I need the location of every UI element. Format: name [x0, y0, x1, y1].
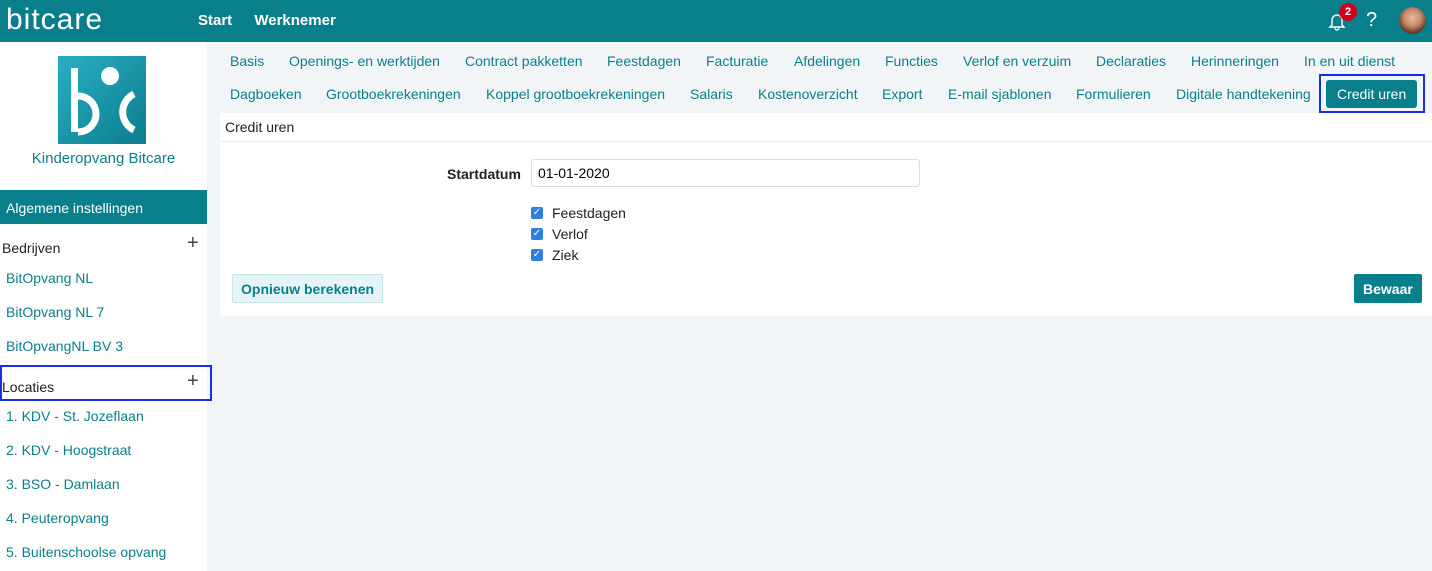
tab-in-uit-dienst[interactable]: In en uit dienst [1304, 53, 1395, 69]
tab-feestdagen[interactable]: Feestdagen [607, 53, 681, 69]
sidebar-item[interactable]: 4. Peuteropvang [6, 510, 109, 526]
save-button[interactable]: Bewaar [1354, 274, 1422, 303]
top-bar: bitcare Start Werknemer 2 ? [0, 0, 1432, 42]
checkbox-feestdagen[interactable]: ✓ Feestdagen [531, 205, 626, 221]
highlight-box [1319, 74, 1425, 113]
tab-email-sjablonen[interactable]: E-mail sjablonen [948, 86, 1052, 102]
tab-kostenoverzicht[interactable]: Kostenoverzicht [758, 86, 858, 102]
checkbox-label: Ziek [552, 247, 579, 263]
add-bedrijf-icon[interactable]: + [187, 232, 199, 255]
avatar[interactable] [1399, 7, 1426, 34]
tab-declaraties[interactable]: Declaraties [1096, 53, 1166, 69]
tab-openingstijden[interactable]: Openings- en werktijden [289, 53, 440, 69]
bedrijven-label: Bedrijven [2, 240, 61, 256]
organization-logo [58, 56, 146, 144]
sidebar-item[interactable]: 2. KDV - Hoogstraat [6, 442, 131, 458]
main-nav: Start Werknemer [198, 12, 354, 29]
checkbox-checked-icon[interactable]: ✓ [531, 249, 543, 261]
sidebar-item[interactable]: BitOpvang NL 7 [6, 304, 104, 320]
help-icon[interactable]: ? [1366, 9, 1377, 32]
tab-herinneringen[interactable]: Herinneringen [1191, 53, 1279, 69]
credit-uren-panel: Credit uren Startdatum ✓ Feestdagen ✓ Verl… [220, 113, 1432, 316]
sidebar-item[interactable]: 1. KDV - St. Jozeflaan [6, 408, 144, 424]
tab-dagboeken[interactable]: Dagboeken [230, 86, 302, 102]
tab-digitale-handtekening[interactable]: Digitale handtekening [1176, 86, 1311, 102]
tab-export[interactable]: Export [882, 86, 922, 102]
nav-werknemer[interactable]: Werknemer [254, 12, 335, 29]
tab-functies[interactable]: Functies [885, 53, 938, 69]
sidebar-item[interactable]: BitOpvangNL BV 3 [6, 338, 123, 354]
tab-basis[interactable]: Basis [230, 53, 264, 69]
startdatum-label: Startdatum [447, 166, 521, 182]
tab-facturatie[interactable]: Facturatie [706, 53, 768, 69]
bitcare-logo[interactable]: bitcare [6, 3, 103, 37]
checkbox-label: Verlof [552, 226, 588, 242]
section-header[interactable]: Algemene instellingen [0, 190, 207, 224]
checkbox-checked-icon[interactable]: ✓ [531, 228, 543, 240]
sidebar-item[interactable]: BitOpvang NL [6, 270, 93, 286]
tab-contract-pakketten[interactable]: Contract pakketten [465, 53, 583, 69]
organization-name: Kinderopvang Bitcare [31, 150, 176, 167]
recalculate-button[interactable]: Opnieuw berekenen [232, 274, 384, 303]
checkbox-checked-icon[interactable]: ✓ [531, 207, 543, 219]
divider [220, 141, 1432, 142]
nav-start[interactable]: Start [198, 12, 232, 29]
notification-badge: 2 [1339, 3, 1357, 21]
sidebar-item[interactable]: 5. Buitenschoolse opvang [6, 544, 166, 560]
tab-koppel-grootboek[interactable]: Koppel grootboekrekeningen [486, 86, 665, 102]
tab-salaris[interactable]: Salaris [690, 86, 733, 102]
highlight-box [0, 365, 212, 401]
tab-verlof[interactable]: Verlof en verzuim [963, 53, 1071, 69]
tab-afdelingen[interactable]: Afdelingen [794, 53, 860, 69]
startdatum-input[interactable] [531, 159, 920, 187]
panel-title: Credit uren [225, 119, 295, 135]
tab-formulieren[interactable]: Formulieren [1076, 86, 1151, 102]
checkbox-ziek[interactable]: ✓ Ziek [531, 247, 578, 263]
sidebar: Kinderopvang Bitcare Algemene instelling… [0, 42, 212, 571]
checkbox-label: Feestdagen [552, 205, 626, 221]
tab-grootboekrekeningen[interactable]: Grootboekrekeningen [326, 86, 461, 102]
sidebar-item[interactable]: 3. BSO - Damlaan [6, 476, 120, 492]
checkbox-verlof[interactable]: ✓ Verlof [531, 226, 588, 242]
